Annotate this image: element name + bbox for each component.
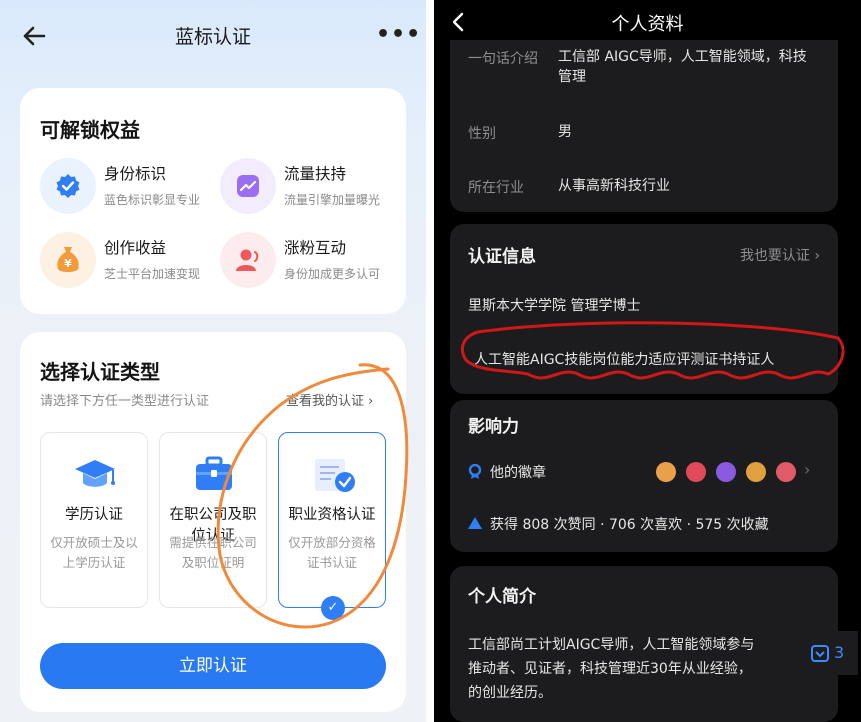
influence-panel: 影响力 他的徽章 › 获得 808 次赞同 · 706 次喜欢 · 575 次收… xyxy=(450,400,838,552)
floating-count-button[interactable]: 3 xyxy=(802,631,858,675)
floating-count: 3 xyxy=(834,643,845,662)
benefit-name: 流量扶持 xyxy=(284,165,347,183)
svg-text:¥: ¥ xyxy=(64,257,72,270)
bio-line-2: 推动者、见证者，科技管理近30年从业经验， xyxy=(468,661,752,677)
benefit-desc: 芝士平台加速变现 xyxy=(104,267,201,281)
badge-eye-icon[interactable] xyxy=(656,462,676,482)
benefits-card: 可解锁权益 身份标识 蓝色标识彰显专业 流量扶持 流量引擎加量曝光 ¥ 创作收益… xyxy=(20,88,406,314)
submit-cert-button[interactable]: 立即认证 xyxy=(40,643,386,689)
badge-link-icon[interactable] xyxy=(716,462,736,482)
benefit-income: ¥ 创作收益 芝士平台加速变现 xyxy=(40,232,230,292)
intro-label: 一句话介绍 xyxy=(468,51,538,67)
bio-panel: 个人简介 工信部尚工计划AIGC导师，人工智能领域参与 推动者、见证者，科技管理… xyxy=(450,566,838,722)
benefit-desc: 流量引擎加量曝光 xyxy=(284,193,381,207)
hand-drawn-underline-annotation xyxy=(461,321,845,380)
user-fans-icon xyxy=(220,232,276,288)
profile-panel: 一句话介绍 工信部 AIGC导师，人工智能领域，科技管理 性别 男 所在行业 从… xyxy=(450,40,838,212)
money-bag-icon: ¥ xyxy=(40,232,96,288)
more-menu-button[interactable]: ••• xyxy=(376,24,421,46)
benefit-fans: 涨粉互动 身份加成更多认可 xyxy=(220,232,410,292)
option-name: 学历认证 xyxy=(65,507,123,523)
bio-line-1: 工信部尚工计划AIGC导师，人工智能领域参与 xyxy=(468,637,755,653)
apply-cert-link[interactable]: 我也要认证 › xyxy=(740,245,820,265)
bio-line-3: 的创业经历。 xyxy=(468,685,552,701)
benefits-title: 可解锁权益 xyxy=(40,118,140,142)
inbox-icon xyxy=(811,645,829,662)
cert-info-title: 认证信息 xyxy=(468,247,536,267)
badges-label[interactable]: 他的徽章 xyxy=(490,462,546,482)
badge-thumb-icon[interactable] xyxy=(686,462,706,482)
bio-title: 个人简介 xyxy=(468,587,536,607)
page-title: 个人资料 xyxy=(611,14,684,35)
choose-title: 选择认证类型 xyxy=(40,360,160,384)
benefit-desc: 身份加成更多认可 xyxy=(284,267,381,281)
blue-cert-screen: 蓝标认证 ••• 可解锁权益 身份标识 蓝色标识彰显专业 流量扶持 流量引擎加量… xyxy=(0,0,426,722)
choose-subtitle: 请选择下方任一类型进行认证 xyxy=(40,394,210,409)
graduation-cap-icon xyxy=(75,460,115,487)
benefit-identity: 身份标识 蓝色标识彰显专业 xyxy=(40,158,230,218)
gender-label: 性别 xyxy=(468,126,496,142)
verified-badge-icon xyxy=(40,158,96,214)
influence-stats: 获得 808 次赞同 · 706 次喜欢 · 575 次收藏 xyxy=(490,517,769,533)
top-bar: 蓝标认证 ••• xyxy=(0,0,426,72)
cert-line-degree: 里斯本大学学院 管理学博士 xyxy=(468,298,641,314)
gender-value: 男 xyxy=(558,124,572,140)
industry-value: 从事高新科技行业 xyxy=(558,178,670,194)
hand-drawn-circle-annotation xyxy=(216,363,409,629)
medal-icon xyxy=(468,464,482,479)
influence-title: 影响力 xyxy=(468,417,519,437)
badge-bulb-icon[interactable] xyxy=(776,462,796,482)
triangle-upvote-icon xyxy=(468,517,482,529)
option-education[interactable]: 学历认证 仅开放硕士及以上学历认证 xyxy=(40,432,148,608)
page-title: 蓝标认证 xyxy=(174,26,251,48)
benefit-traffic: 流量扶持 流量引擎加量曝光 xyxy=(220,158,410,218)
industry-label: 所在行业 xyxy=(468,180,524,196)
benefit-name: 身份标识 xyxy=(104,165,167,183)
intro-value: 工信部 AIGC导师，人工智能领域，科技管理 xyxy=(558,49,807,85)
badge-user-icon[interactable] xyxy=(746,462,766,482)
benefit-name: 涨粉互动 xyxy=(284,239,347,257)
benefit-name: 创作收益 xyxy=(104,239,167,257)
trend-chart-icon xyxy=(220,158,276,214)
chevron-right-icon[interactable]: › xyxy=(804,460,810,479)
profile-screen: 个人资料 一句话介绍 工信部 AIGC导师，人工智能领域，科技管理 性别 男 所… xyxy=(434,0,861,722)
benefit-desc: 蓝色标识彰显专业 xyxy=(104,193,201,207)
option-desc: 仅开放硕士及以上学历认证 xyxy=(50,535,138,570)
